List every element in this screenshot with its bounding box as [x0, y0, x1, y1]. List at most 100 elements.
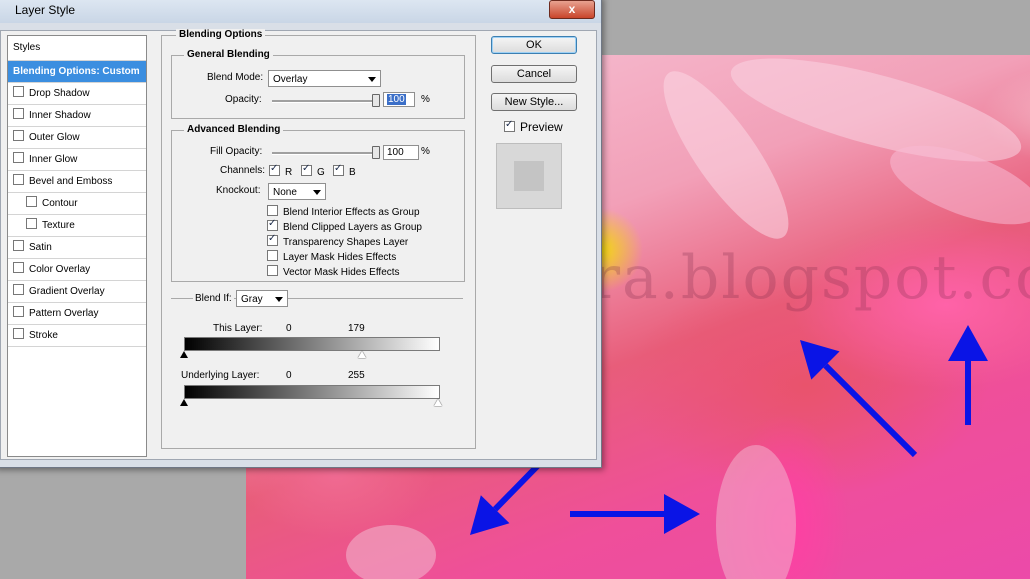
preview-toggle[interactable]: Preview	[504, 119, 563, 134]
blend-mode-select[interactable]: Overlay	[268, 70, 381, 87]
underlying-layer-black-slider[interactable]	[180, 399, 188, 406]
style-checkbox[interactable]	[26, 218, 37, 229]
underlying-layer-white-slider[interactable]	[434, 399, 442, 406]
channel-r-checkbox[interactable]	[269, 163, 280, 176]
styles-list-item[interactable]: Texture	[8, 215, 146, 237]
chevron-down-icon	[275, 297, 283, 302]
style-item-label: Blending Options: Custom	[13, 66, 140, 77]
styles-header[interactable]: Styles	[8, 36, 146, 61]
style-checkbox[interactable]	[13, 306, 24, 317]
advanced-option[interactable]: Transparency Shapes Layer	[267, 233, 422, 250]
fill-opacity-label: Fill Opacity:	[210, 146, 263, 157]
style-item-label: Outer Glow	[29, 132, 80, 143]
advanced-option[interactable]: Layer Mask Hides Effects	[267, 250, 422, 265]
style-checkbox[interactable]	[13, 108, 24, 119]
advanced-option[interactable]: Blend Clipped Layers as Group	[267, 218, 422, 235]
style-checkbox[interactable]	[13, 174, 24, 185]
preview-inner-square	[514, 161, 544, 191]
channel-b-label: B	[349, 167, 356, 178]
this-layer-white-slider[interactable]	[358, 351, 367, 358]
advanced-option-checkbox[interactable]	[267, 233, 278, 246]
style-checkbox[interactable]	[13, 152, 24, 163]
styles-list: Styles Blending Options: Custom Drop Shad…	[7, 35, 147, 457]
style-item-label: Texture	[42, 220, 75, 231]
styles-list-item[interactable]: Drop Shadow	[8, 83, 146, 105]
style-item-label: Satin	[29, 242, 52, 253]
channel-g-checkbox[interactable]	[301, 163, 312, 176]
opacity-input[interactable]: 100	[383, 92, 415, 107]
underlying-layer-gradient-bar	[184, 385, 440, 399]
style-checkbox[interactable]	[26, 196, 37, 207]
fill-opacity-input[interactable]: 100	[383, 145, 419, 160]
style-item-label: Bevel and Emboss	[29, 176, 113, 187]
fill-opacity-slider-thumb[interactable]	[372, 146, 380, 159]
advanced-option-label: Layer Mask Hides Effects	[283, 252, 397, 263]
styles-list-item[interactable]: Outer Glow	[8, 127, 146, 149]
advanced-option-checkbox[interactable]	[267, 250, 278, 261]
styles-list-item[interactable]: Inner Shadow	[8, 105, 146, 127]
knockout-select[interactable]: None	[268, 183, 326, 200]
opacity-label: Opacity:	[225, 94, 262, 105]
general-blending-title: General Blending	[184, 49, 273, 60]
channel-r-label: R	[285, 167, 293, 178]
blend-if-group: Blend If: Gray This Layer: 0 179 Underly…	[171, 290, 463, 419]
close-button[interactable]: x	[549, 0, 595, 19]
style-checkbox[interactable]	[13, 240, 24, 251]
channel-b[interactable]: B	[333, 163, 356, 178]
style-checkbox[interactable]	[13, 86, 24, 97]
style-checkbox[interactable]	[13, 284, 24, 295]
channel-g[interactable]: G	[301, 163, 325, 178]
styles-list-item[interactable]: Color Overlay	[8, 259, 146, 281]
opacity-slider-thumb[interactable]	[372, 94, 380, 107]
style-checkbox[interactable]	[13, 130, 24, 141]
title-bar[interactable]: Layer Style x	[0, 0, 601, 23]
styles-list-item[interactable]: Inner Glow	[8, 149, 146, 171]
dialog-body: Styles Blending Options: Custom Drop Shad…	[0, 29, 597, 460]
this-layer-black-slider[interactable]	[180, 351, 188, 358]
blend-if-value: Gray	[241, 294, 263, 305]
styles-list-item[interactable]: Stroke	[8, 325, 146, 347]
advanced-option-label: Blend Interior Effects as Group	[283, 207, 420, 218]
advanced-option[interactable]: Blend Interior Effects as Group	[267, 205, 422, 220]
blend-mode-label: Blend Mode:	[207, 72, 264, 83]
advanced-option-label: Blend Clipped Layers as Group	[283, 222, 422, 233]
arrow-head	[664, 494, 700, 534]
styles-list-item[interactable]: Bevel and Emboss	[8, 171, 146, 193]
fill-opacity-slider[interactable]	[272, 152, 376, 155]
fill-opacity-value: 100	[387, 147, 404, 158]
channels-label: Channels:	[220, 165, 266, 176]
channel-g-label: G	[317, 167, 325, 178]
opacity-slider[interactable]	[272, 100, 376, 103]
new-style-button[interactable]: New Style...	[491, 93, 577, 111]
style-item-label: Stroke	[29, 330, 58, 341]
advanced-blending-group: Advanced Blending Fill Opacity: 100 % Ch…	[171, 124, 465, 282]
preview-checkbox[interactable]	[504, 119, 515, 132]
layer-style-dialog: Layer Style x Styles Blending Options: C…	[0, 0, 602, 468]
this-layer-label: This Layer:	[213, 323, 263, 334]
underlying-layer-high-value: 255	[348, 370, 365, 381]
style-checkbox[interactable]	[13, 328, 24, 339]
advanced-option-checkbox[interactable]	[267, 265, 278, 276]
styles-list-item[interactable]: Blending Options: Custom	[8, 61, 146, 83]
styles-list-item[interactable]: Contour	[8, 193, 146, 215]
advanced-option-checkbox[interactable]	[267, 218, 278, 231]
cancel-button[interactable]: Cancel	[491, 65, 577, 83]
style-item-label: Pattern Overlay	[29, 308, 99, 319]
advanced-option-checkbox[interactable]	[267, 205, 278, 216]
ok-button[interactable]: OK	[491, 36, 577, 54]
styles-list-item[interactable]: Pattern Overlay	[8, 303, 146, 325]
channel-r[interactable]: R	[269, 163, 293, 178]
style-checkbox[interactable]	[13, 262, 24, 273]
channel-b-checkbox[interactable]	[333, 163, 344, 176]
underlying-layer-low-value: 0	[286, 370, 292, 381]
blend-if-label: Blend If:	[193, 293, 234, 304]
styles-list-item[interactable]: Gradient Overlay	[8, 281, 146, 303]
dialog-title: Layer Style	[15, 3, 76, 17]
style-item-label: Inner Glow	[29, 154, 78, 165]
styles-list-item[interactable]: Satin	[8, 237, 146, 259]
opacity-unit: %	[421, 94, 430, 105]
blending-options-title: Blending Options	[176, 29, 266, 40]
blend-mode-value: Overlay	[273, 74, 308, 85]
blend-if-select[interactable]: Gray	[236, 290, 288, 307]
advanced-option[interactable]: Vector Mask Hides Effects	[267, 265, 422, 280]
